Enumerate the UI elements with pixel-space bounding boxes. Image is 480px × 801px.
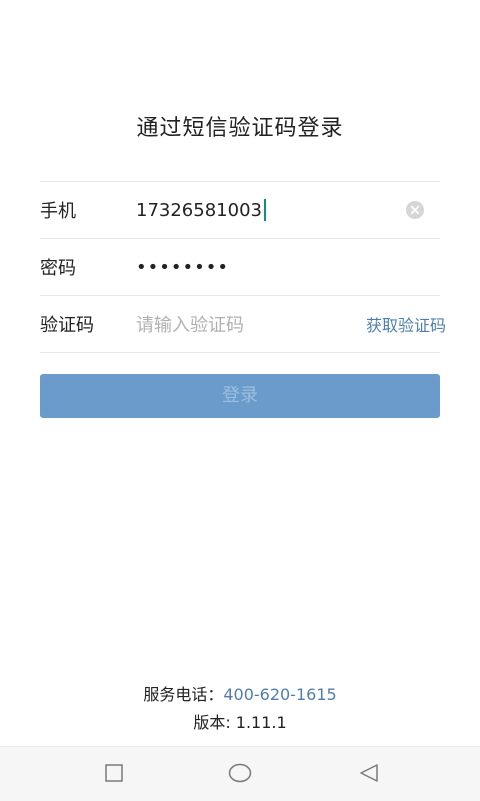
service-phone-line: 服务电话：400-620-1615	[0, 681, 480, 705]
clear-icon[interactable]	[406, 201, 424, 219]
get-code-button[interactable]: 获取验证码	[366, 312, 446, 336]
code-placeholder: 请输入验证码	[136, 315, 244, 336]
service-phone-link[interactable]: 400-620-1615	[223, 685, 336, 704]
password-input[interactable]: ••••••••	[136, 257, 440, 278]
code-input[interactable]: 请输入验证码	[136, 311, 366, 337]
circle-icon[interactable]	[228, 763, 252, 783]
phone-row: 手机 17326581003	[40, 181, 440, 238]
login-form: 手机 17326581003 密码 •••••••• 验证码 请输入验证码 获取…	[40, 181, 446, 353]
phone-value: 17326581003	[136, 199, 262, 221]
phone-label: 手机	[40, 201, 76, 222]
code-row: 验证码 请输入验证码 获取验证码	[40, 295, 446, 353]
triangle-back-icon[interactable]	[358, 763, 380, 783]
code-label: 验证码	[40, 315, 94, 336]
page-title: 通过短信验证码登录	[136, 116, 344, 141]
version-text: 版本: 1.11.1	[193, 713, 287, 732]
square-icon[interactable]	[104, 763, 124, 783]
login-button[interactable]: 登录	[40, 374, 440, 418]
password-row: 密码 ••••••••	[40, 238, 440, 295]
password-value: ••••••••	[136, 256, 229, 278]
system-nav-bar	[0, 746, 480, 801]
password-label: 密码	[40, 258, 76, 279]
phone-input[interactable]: 17326581003	[136, 199, 440, 221]
service-label: 服务电话：	[143, 685, 224, 704]
text-caret	[263, 199, 266, 221]
